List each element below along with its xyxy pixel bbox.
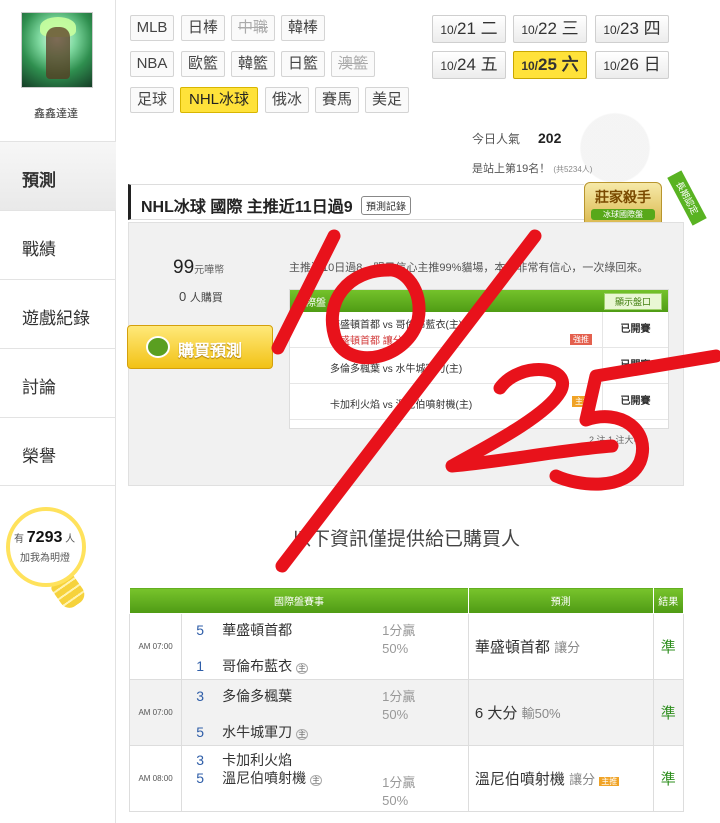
league-horse-racing[interactable]: 賽馬 — [315, 87, 359, 113]
splash-decoration — [560, 108, 670, 188]
table-row: AM 07:00 5 華盛頓首都 1 哥倫布藍衣 主 1分贏 50% 華盛頓首都 讓分… — [128, 613, 685, 680]
result-mark: 準 — [652, 613, 685, 680]
league-mlb[interactable]: MLB — [130, 15, 174, 41]
league-eu-basketball[interactable]: 歐籃 — [181, 51, 225, 77]
col-result: 結果 — [652, 587, 685, 614]
league-ru-hockey[interactable]: 俄冰 — [265, 87, 309, 113]
bulb-caption: 加我為明燈 — [20, 553, 70, 564]
league-jp-basketball[interactable]: 日籃 — [281, 51, 325, 77]
result-mark: 準 — [652, 745, 685, 812]
section-title: NHL冰球 國際 主推近11日過9 預測記錄 — [128, 184, 584, 220]
nav-honor[interactable]: 榮譽 — [0, 417, 116, 486]
strong-pick-tag: 強推 — [570, 334, 592, 345]
follow-bulb[interactable]: 有 7293 人 加我為明燈 — [6, 505, 89, 615]
record-button[interactable]: 預測記錄 — [361, 196, 412, 215]
league-au-basketball: 澳籃 — [331, 51, 375, 77]
date-tab-1023[interactable]: 10/23 四 — [595, 15, 669, 43]
date-tab-1025[interactable]: 10/25 六 — [513, 51, 587, 79]
table-row: AM 07:00 3 多倫多楓葉 5 水牛城軍刀 主 1分贏 50% 6 大分 輸50… — [128, 679, 685, 746]
popularity: 今日人氣 202 — [472, 130, 562, 146]
show-odds-button[interactable]: 顯示盤口 — [603, 293, 662, 310]
col-games: 國際盤賽事 — [129, 587, 469, 614]
table-row: AM 08:00 3 卡加利火焰 5 溫尼伯噴射機 主 1分贏 50% 溫尼伯噴射機 … — [128, 745, 685, 812]
buyers-only-notice: 以下資訊僅提供給已購買人 — [291, 529, 520, 550]
sidebar: 鑫鑫達達 預測 戰績 遊戲紀錄 討論 榮譽 有 7293 人 加我為明燈 — [0, 0, 116, 823]
prediction-table: 國際盤賽事 預測 結果 AM 07:00 5 華盛頓首都 1 哥倫布藍衣 主 1分贏… — [128, 587, 685, 812]
username: 鑫鑫達達 — [34, 108, 78, 120]
league-cpbl: 中職 — [231, 15, 275, 41]
nav-record[interactable]: 戰績 — [0, 210, 116, 279]
bulb-suffix: 人 — [65, 534, 76, 545]
league-jp-baseball[interactable]: 日棒 — [181, 15, 225, 41]
buyer-count: 0 人購買 — [179, 289, 223, 304]
preview-row: 卡加利火焰 vs 溫尼伯噴射機(主) 主推 已開賽 — [290, 384, 668, 420]
league-nfl[interactable]: 美足 — [365, 87, 409, 113]
preview-row: 華盛頓首都 vs 哥倫布藍衣(主) 華盛頓首都 讓分 強推 已開賽 — [290, 312, 668, 348]
coin-icon — [146, 336, 170, 358]
preview-row: 多倫多楓葉 vs 水牛城軍刀(主) 已開賽 — [290, 348, 668, 384]
result-mark: 準 — [652, 679, 685, 746]
league-soccer[interactable]: 足球 — [130, 87, 174, 113]
buy-prediction-button[interactable]: 購買預測 — [127, 325, 273, 369]
date-tab-1021[interactable]: 10/21 二 — [432, 15, 506, 43]
main-pick-tag: 主推 — [572, 396, 594, 407]
league-kr-baseball[interactable]: 韓棒 — [281, 15, 325, 41]
bulb-prefix: 有 — [14, 534, 24, 545]
avatar[interactable] — [21, 12, 93, 88]
rank: 是站上第19名！ (共5234人) — [472, 163, 593, 175]
preview-footer: 2 注 1 注大小 — [589, 435, 643, 445]
nav-game-log[interactable]: 遊戲紀錄 — [0, 279, 116, 348]
nav-predict[interactable]: 預測 — [0, 141, 116, 210]
nav-discussion[interactable]: 討論 — [0, 348, 116, 417]
price: 99元嘩幣 — [173, 257, 225, 278]
date-tab-1022[interactable]: 10/22 三 — [513, 15, 587, 43]
follower-count: 7293 — [26, 529, 63, 546]
long-term-ribbon: 長期認定 — [667, 170, 707, 226]
col-prediction: 預測 — [467, 587, 654, 614]
league-nba[interactable]: NBA — [130, 51, 174, 77]
purchase-panel: 99元嘩幣 0 人購買 購買預測 主推近10日過8，明日信心主推99%貓場，本場… — [127, 222, 684, 486]
preview-header: 國際盤 — [296, 298, 326, 309]
league-nhl[interactable]: NHL冰球 — [180, 87, 258, 113]
preview-table: 國際盤 顯示盤口 華盛頓首都 vs 哥倫布藍衣(主) 華盛頓首都 讓分 強推 已開… — [289, 289, 669, 429]
date-tab-1026[interactable]: 10/26 日 — [595, 51, 669, 79]
league-kr-basketball[interactable]: 韓籃 — [231, 51, 275, 77]
prediction-summary: 主推近10日過8，明日信心主推99%貓場，本場非常有信心，一次綠回來。 — [289, 262, 649, 274]
date-tab-1024[interactable]: 10/24 五 — [432, 51, 506, 79]
